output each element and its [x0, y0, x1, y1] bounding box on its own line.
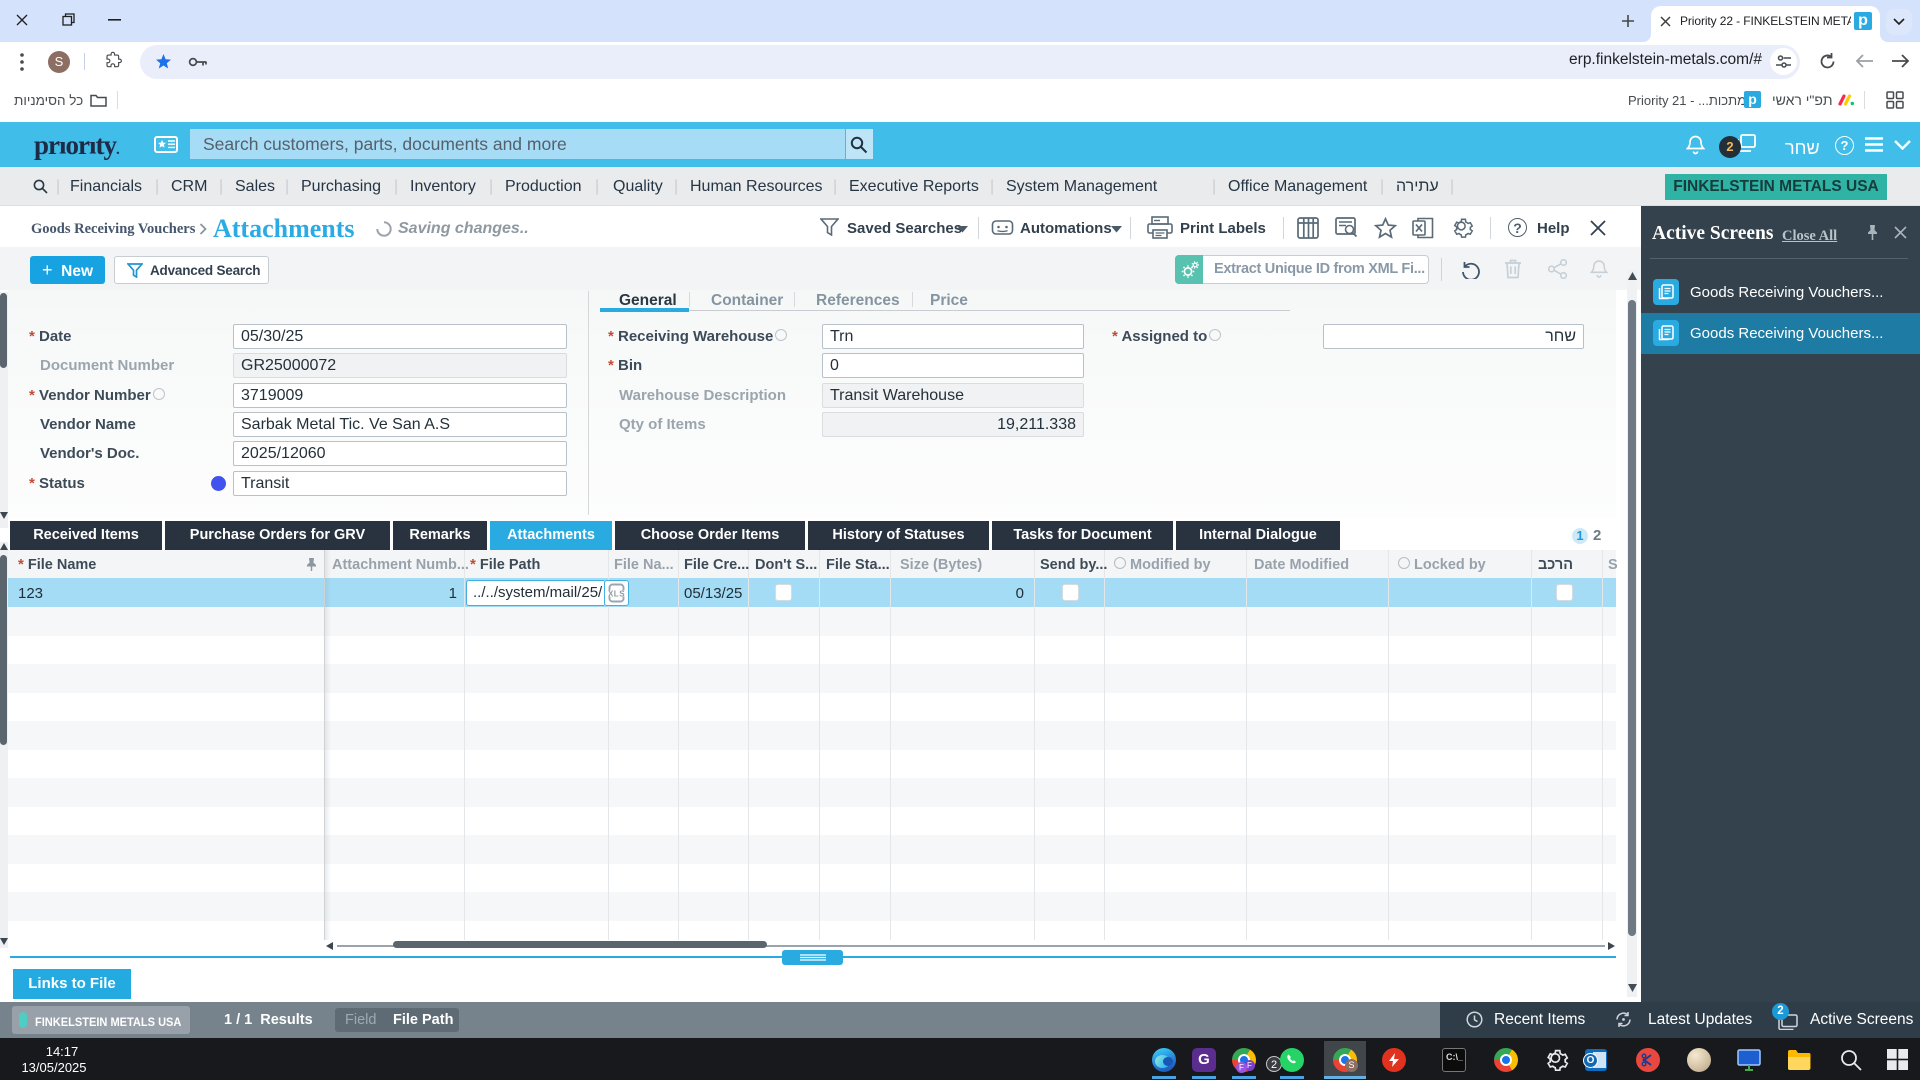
svg-text:XLS: XLS [608, 590, 625, 599]
